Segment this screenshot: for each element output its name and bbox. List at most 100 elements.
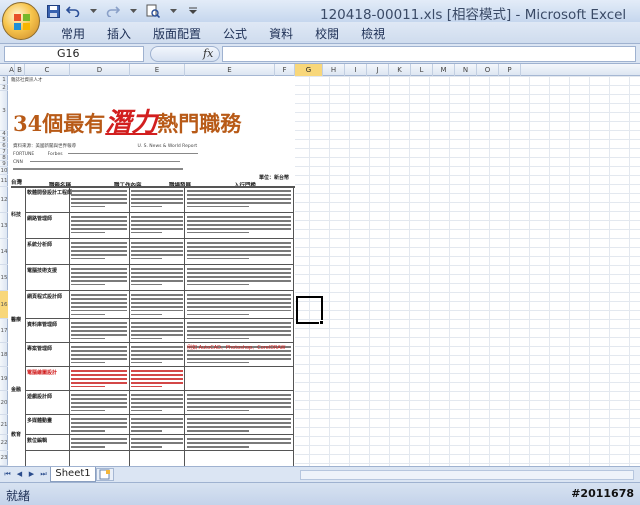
first-sheet-icon[interactable]: ⏮ <box>3 470 12 479</box>
job-description <box>131 266 183 289</box>
print-preview-icon[interactable] <box>145 3 161 19</box>
tab-formulas[interactable]: 公式 <box>212 26 258 42</box>
row-header[interactable]: 22 <box>0 435 8 451</box>
source-line-3: CNN <box>13 160 181 165</box>
table-row <box>25 238 293 239</box>
column-header-j[interactable]: J <box>367 64 389 76</box>
job-description <box>187 188 291 211</box>
redo-icon[interactable] <box>105 3 121 19</box>
insert-sheet-icon[interactable] <box>96 468 114 481</box>
column-header-f[interactable]: F <box>275 64 295 76</box>
row-header[interactable]: 19 <box>0 367 8 391</box>
office-button[interactable] <box>2 2 40 40</box>
name-box[interactable]: G16 <box>4 46 144 62</box>
row-header[interactable]: 18 <box>0 343 8 367</box>
column-header-l[interactable]: L <box>411 64 433 76</box>
job-description <box>187 292 291 317</box>
job-description <box>71 266 127 289</box>
column-header-b[interactable]: B <box>15 64 25 76</box>
table-row <box>25 264 293 265</box>
prev-sheet-icon[interactable]: ◀ <box>15 470 24 479</box>
row-header[interactable]: 3 <box>0 91 8 131</box>
category-label: 教育 <box>11 432 22 438</box>
job-description <box>71 214 127 237</box>
column-headers: A B C D E E F G H I J K L M N O P <box>0 64 640 76</box>
next-sheet-icon[interactable]: ▶ <box>27 470 36 479</box>
table-row <box>25 290 293 291</box>
column-header-e2[interactable]: E <box>185 64 275 76</box>
sheet-nav-buttons: ⏮ ◀ ▶ ⏭ <box>3 470 48 479</box>
column-header-c[interactable]: C <box>25 64 70 76</box>
title-bar: 120418-00011.xls [相容模式] - Microsoft Exce… <box>0 0 640 23</box>
undo-icon[interactable] <box>65 3 81 19</box>
tab-insert[interactable]: 插入 <box>96 26 142 42</box>
selected-cell-g16[interactable] <box>296 296 324 325</box>
tab-page-layout[interactable]: 版面配置 <box>142 26 212 42</box>
job-description <box>71 392 127 413</box>
status-bar: 就緒 #2011678 <box>0 482 640 505</box>
chevron-down-icon[interactable] <box>165 3 181 19</box>
row-header[interactable]: 21 <box>0 415 8 435</box>
column-header-p[interactable]: P <box>499 64 521 76</box>
ribbon: 常用 插入 版面配置 公式 資料 校閱 檢視 <box>0 22 640 44</box>
source-line-1-text: 資料來源：美國新聞與世界報導 <box>13 144 76 149</box>
formula-bar: G16 fx <box>0 44 640 64</box>
job-name: 數位編輯 <box>27 438 48 444</box>
job-description <box>187 266 291 289</box>
row-header[interactable]: 14 <box>0 239 8 265</box>
column-header-d[interactable]: D <box>70 64 130 76</box>
row-header[interactable]: 20 <box>0 391 8 415</box>
tab-view[interactable]: 檢視 <box>350 26 396 42</box>
job-description <box>131 240 183 263</box>
chevron-down-icon[interactable] <box>125 3 141 19</box>
chevron-down-icon[interactable] <box>85 3 101 19</box>
formula-input[interactable] <box>222 46 636 62</box>
horizontal-scrollbar[interactable] <box>300 470 634 480</box>
column-header-h[interactable]: H <box>323 64 345 76</box>
column-header-n[interactable]: N <box>455 64 477 76</box>
table-row <box>25 390 293 391</box>
column-header-e[interactable]: E <box>130 64 185 76</box>
row-header[interactable]: 17 <box>0 319 8 343</box>
job-description <box>131 292 183 317</box>
source-line-1: 資料來源：美國新聞與世界報導 U. S. News & World Report <box>13 144 197 149</box>
column-header-o[interactable]: O <box>477 64 499 76</box>
fill-handle[interactable] <box>319 320 324 325</box>
job-description <box>187 320 291 341</box>
row-header-selected[interactable]: 16 <box>0 291 8 319</box>
column-header-i[interactable]: I <box>345 64 367 76</box>
job-description <box>71 292 127 317</box>
row-header[interactable]: 15 <box>0 265 8 291</box>
tab-home[interactable]: 常用 <box>50 26 96 42</box>
status-text: 就緒 <box>6 489 31 503</box>
sheet-tab-sheet1[interactable]: Sheet1 <box>50 467 96 482</box>
unit-label: 單位：新台幣 <box>259 175 290 181</box>
title-suffix: 熱門職務 <box>157 111 242 136</box>
job-description <box>71 240 127 263</box>
save-icon[interactable] <box>45 3 61 19</box>
row-header[interactable]: 13 <box>0 213 8 239</box>
worksheet-grid[interactable]: A B C D E E F G H I J K L M N O P 1 2 3 … <box>0 64 640 466</box>
insert-function-icon[interactable]: fx <box>203 47 213 60</box>
window-title: 120418-00011.xls [相容模式] - Microsoft Exce… <box>320 7 627 23</box>
row-header[interactable]: 23 <box>0 451 8 466</box>
tab-review[interactable]: 校閱 <box>304 26 350 42</box>
job-description <box>71 436 127 449</box>
title-prefix: 34個最有 <box>13 111 106 136</box>
row-header[interactable]: 11 <box>0 175 8 187</box>
column-header-k[interactable]: K <box>389 64 411 76</box>
source-line-2-english: Forbes <box>47 152 63 157</box>
tab-data[interactable]: 資料 <box>258 26 304 42</box>
row-headers: 1 2 3 4 5 6 7 8 9 10 11 12 13 14 15 16 1… <box>0 76 8 466</box>
row-header[interactable]: 1 <box>0 76 8 85</box>
row-header[interactable]: 12 <box>0 187 8 213</box>
customize-toolbar-icon[interactable] <box>185 3 201 19</box>
job-name: 電腦技術支援 <box>27 268 58 274</box>
job-name: 多媒體動畫 <box>27 418 53 424</box>
column-header-m[interactable]: M <box>433 64 455 76</box>
column-header-g[interactable]: G <box>295 64 323 76</box>
last-sheet-icon[interactable]: ⏭ <box>39 470 48 479</box>
quick-access-toolbar <box>45 3 201 19</box>
sheet-content[interactable]: 雜誌社資訊人才 34個最有潛力熱門職務 資料來源：美國新聞與世界報導 U. S.… <box>9 76 295 466</box>
row-header[interactable]: 10 <box>0 167 8 175</box>
